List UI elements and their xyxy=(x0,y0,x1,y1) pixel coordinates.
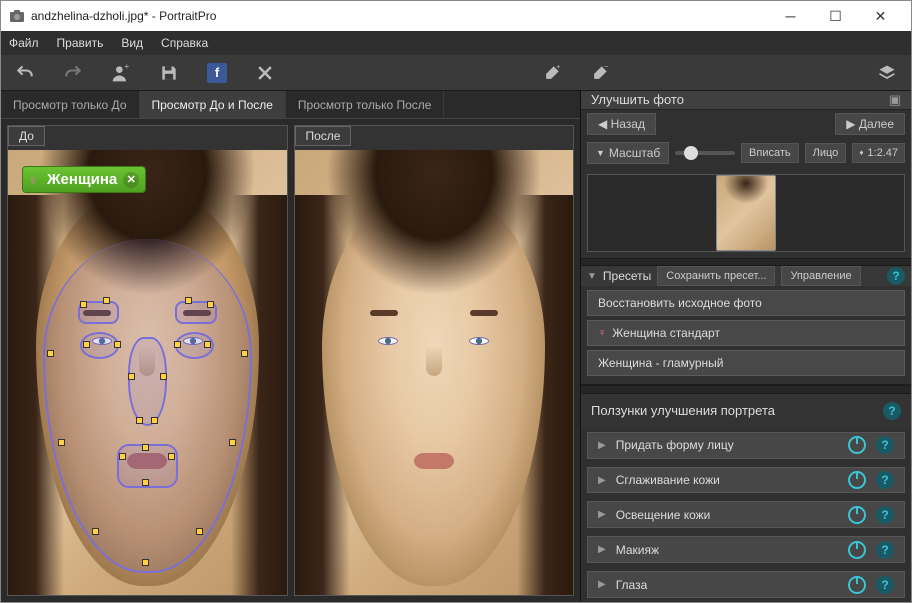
right-panel: Улучшить фото ▣ ◀ Назад ▶ Далее ▼Масштаб… xyxy=(581,91,911,602)
brush-minus-button[interactable]: − xyxy=(588,61,612,85)
gender-tag[interactable]: ♀ Женщина ✕ xyxy=(22,166,146,193)
presets-label[interactable]: Пресеты xyxy=(603,269,651,283)
help-icon[interactable]: ? xyxy=(876,506,894,524)
zoom-readout[interactable]: ♦1:2.47 xyxy=(852,143,905,163)
after-image[interactable] xyxy=(295,150,574,595)
preset-woman-standard[interactable]: ♀Женщина стандарт xyxy=(587,320,905,346)
chevron-right-icon: ▶ xyxy=(598,440,606,451)
help-icon[interactable]: ? xyxy=(876,471,894,489)
chevron-right-icon: ▶ xyxy=(598,509,606,520)
help-icon[interactable]: ? xyxy=(883,402,901,420)
venus-icon: ♀ xyxy=(28,172,39,188)
undo-button[interactable] xyxy=(13,61,37,85)
toolbar: + f + − xyxy=(1,55,911,91)
gender-label: Женщина xyxy=(47,171,117,188)
tab-before-only[interactable]: Просмотр только До xyxy=(1,91,140,118)
gender-close-icon[interactable]: ✕ xyxy=(123,172,139,188)
presets-header: ▼ Пресеты Сохранить пресет... Управление… xyxy=(581,266,911,286)
slider-skin-lighting[interactable]: ▶ Освещение кожи ? xyxy=(587,501,905,528)
close-button[interactable]: ✕ xyxy=(858,1,903,31)
thumbnail-strip[interactable] xyxy=(587,174,905,252)
zoom-thumb[interactable] xyxy=(684,146,698,160)
zoom-face-button[interactable]: Лицо xyxy=(805,143,847,163)
preset-woman-glam[interactable]: Женщина - гламурный xyxy=(587,350,905,376)
power-icon[interactable] xyxy=(848,471,866,489)
power-icon[interactable] xyxy=(848,436,866,454)
slider-face-shape[interactable]: ▶ Придать форму лицу ? xyxy=(587,432,905,459)
chevron-right-icon: ▶ xyxy=(598,579,606,590)
before-label: До xyxy=(8,126,45,146)
tab-after-only[interactable]: Просмотр только После xyxy=(286,91,445,118)
nav-back-button[interactable]: ◀ Назад xyxy=(587,113,656,135)
brush-plus-button[interactable]: + xyxy=(540,61,564,85)
slider-makeup[interactable]: ▶ Макияж ? xyxy=(587,536,905,563)
add-person-button[interactable]: + xyxy=(109,61,133,85)
nose-outline[interactable] xyxy=(128,337,167,426)
after-label: После xyxy=(295,126,352,146)
face-thumbnail[interactable] xyxy=(716,175,776,251)
minimize-button[interactable]: ─ xyxy=(768,1,813,31)
maximize-button[interactable]: ☐ xyxy=(813,1,858,31)
help-icon[interactable]: ? xyxy=(887,267,905,285)
menu-view[interactable]: Вид xyxy=(121,36,143,50)
chevron-right-icon: ▶ xyxy=(598,475,606,486)
zoom-fit-button[interactable]: Вписать xyxy=(741,143,799,163)
menu-edit[interactable]: Править xyxy=(57,36,104,50)
chevron-right-icon: ▶ xyxy=(598,544,606,555)
help-icon[interactable]: ? xyxy=(876,541,894,559)
svg-text:+: + xyxy=(556,63,561,71)
svg-text:−: − xyxy=(604,63,609,71)
after-image-box: После xyxy=(294,125,575,596)
power-icon[interactable] xyxy=(848,506,866,524)
layers-button[interactable] xyxy=(875,61,899,85)
before-image[interactable]: ♀ Женщина ✕ xyxy=(8,150,287,595)
save-preset-button[interactable]: Сохранить пресет... xyxy=(657,266,775,286)
power-icon[interactable] xyxy=(848,576,866,594)
app-icon xyxy=(9,8,25,24)
tab-before-after[interactable]: Просмотр До и После xyxy=(140,91,286,118)
nav-next-button[interactable]: ▶ Далее xyxy=(835,113,905,135)
window-title: andzhelina-dzholi.jpg* - PortraitPro xyxy=(31,9,768,23)
menu-file[interactable]: Файл xyxy=(9,36,39,50)
power-icon[interactable] xyxy=(848,541,866,559)
titlebar: andzhelina-dzholi.jpg* - PortraitPro ─ ☐… xyxy=(1,1,911,31)
chevron-down-icon[interactable]: ▼ xyxy=(587,271,597,282)
slider-eyes[interactable]: ▶ Глаза ? xyxy=(587,571,905,598)
sliders-title: Ползунки улучшения портрета ? xyxy=(581,394,911,428)
help-icon[interactable]: ? xyxy=(876,576,894,594)
zoom-slider[interactable] xyxy=(675,151,735,155)
svg-text:+: + xyxy=(124,63,129,71)
help-icon[interactable]: ? xyxy=(876,436,894,454)
facebook-button[interactable]: f xyxy=(205,61,229,85)
menubar: Файл Править Вид Справка xyxy=(1,31,911,55)
view-tabs: Просмотр только До Просмотр До и После П… xyxy=(1,91,580,119)
venus-icon: ♀ xyxy=(598,327,606,339)
zoom-dropdown[interactable]: ▼Масштаб xyxy=(587,142,669,164)
manage-presets-button[interactable]: Управление xyxy=(781,266,860,286)
save-button[interactable] xyxy=(157,61,181,85)
redo-button[interactable] xyxy=(61,61,85,85)
panel-title: Улучшить фото xyxy=(591,92,684,107)
cancel-button[interactable] xyxy=(253,61,277,85)
preset-restore[interactable]: Восстановить исходное фото xyxy=(587,290,905,316)
before-image-box: До xyxy=(7,125,288,596)
menu-help[interactable]: Справка xyxy=(161,36,208,50)
slider-skin-smoothing[interactable]: ▶ Сглаживание кожи ? xyxy=(587,467,905,494)
panel-popout-icon[interactable]: ▣ xyxy=(889,92,901,108)
